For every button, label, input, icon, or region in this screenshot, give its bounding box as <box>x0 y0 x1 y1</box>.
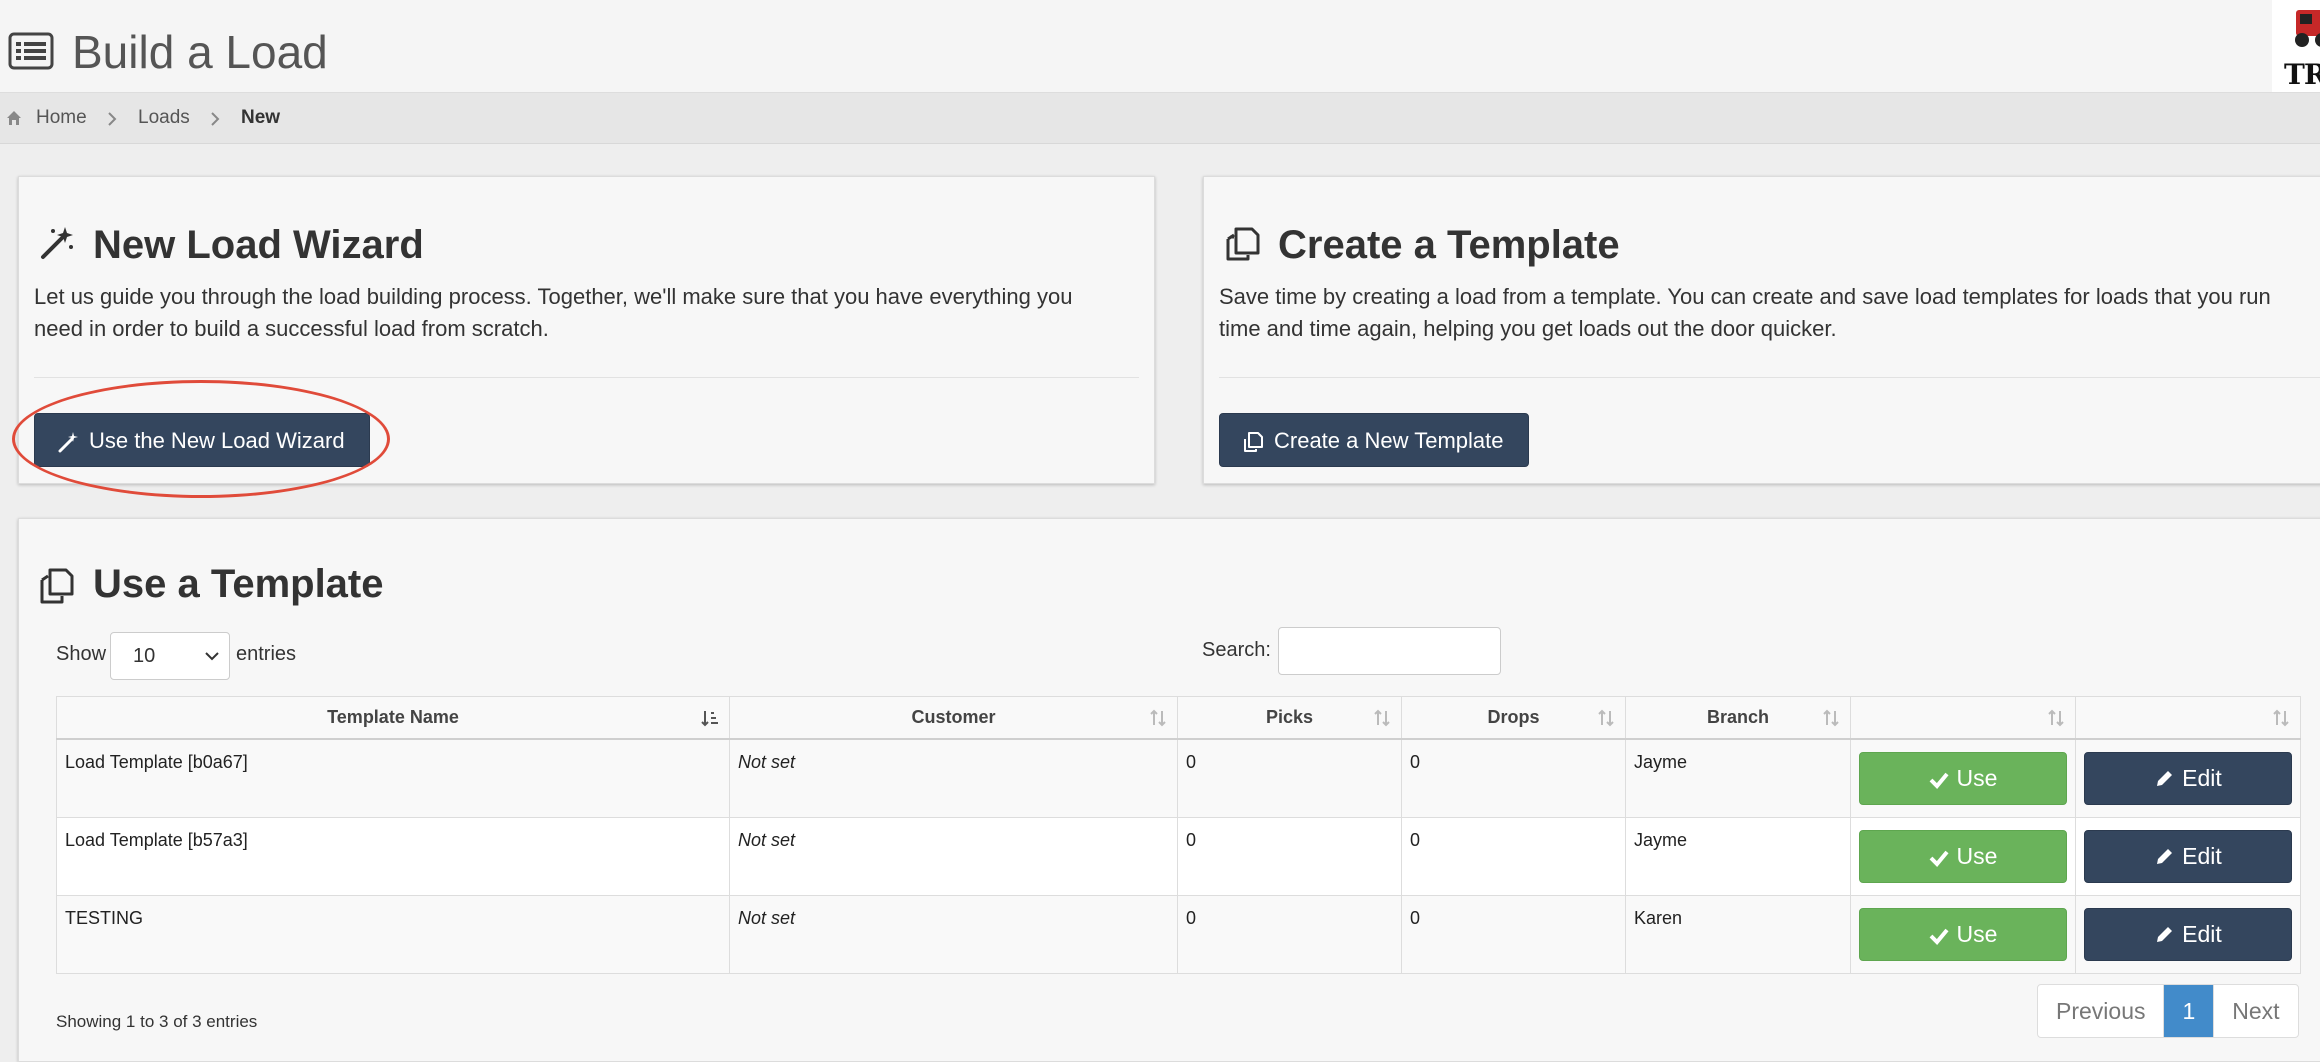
copy-icon <box>1244 432 1263 452</box>
edit-template-button[interactable]: Edit <box>2084 751 2292 805</box>
table-row: Load Template [b0a67] Not set 0 0 Jayme … <box>56 738 2301 818</box>
home-icon <box>7 111 21 125</box>
cell-use: Use <box>1850 816 2076 896</box>
column-header-template-name[interactable]: Template Name <box>56 696 730 740</box>
show-label: Show <box>56 643 107 665</box>
sort-icon <box>2273 709 2289 727</box>
column-header-picks[interactable]: Picks <box>1177 696 1402 740</box>
divider <box>34 377 1139 378</box>
pagination-page[interactable]: 1 <box>2163 985 2215 1037</box>
cell-use: Use <box>1850 738 2076 818</box>
company-logo[interactable]: TR <box>2272 0 2320 92</box>
truck-icon <box>2295 10 2320 47</box>
copy-icon <box>1226 227 1260 261</box>
pencil-icon <box>2157 770 2173 786</box>
cell-edit: Edit <box>2075 894 2301 974</box>
table-info: Showing 1 to 3 of 3 entries <box>56 1012 258 1031</box>
check-icon <box>1929 772 1949 789</box>
cell-branch: Karen <box>1625 894 1851 974</box>
table-row: TESTING Not set 0 0 Karen Use Edit <box>56 894 2301 974</box>
entries-label: entries <box>236 643 297 665</box>
pagination-previous[interactable]: Previous <box>2038 985 2163 1037</box>
cell-picks: 0 <box>1177 894 1402 974</box>
panel-description-line: need in order to build a successful load… <box>34 316 549 341</box>
divider <box>1219 377 2320 378</box>
column-header-customer[interactable]: Customer <box>729 696 1178 740</box>
use-template-button[interactable]: Use <box>1859 751 2067 805</box>
check-icon <box>1929 928 1949 945</box>
page-length-value: 10 <box>133 645 156 667</box>
magic-wand-icon <box>41 227 73 259</box>
cell-customer: Not set <box>729 894 1178 974</box>
panel-description-line: Save time by creating a load from a temp… <box>1219 284 2271 309</box>
pagination: Previous 1 Next <box>2037 984 2299 1038</box>
cell-branch: Jayme <box>1625 738 1851 818</box>
column-header-use[interactable] <box>1850 696 2076 740</box>
page-header: Build a Load TR <box>0 0 2320 92</box>
cell-use: Use <box>1850 894 2076 974</box>
cell-picks: 0 <box>1177 738 1402 818</box>
sort-icon <box>2048 709 2064 727</box>
cell-branch: Jayme <box>1625 816 1851 896</box>
column-header-branch[interactable]: Branch <box>1625 696 1851 740</box>
cell-drops: 0 <box>1401 738 1626 818</box>
cell-edit: Edit <box>2075 816 2301 896</box>
cell-template-name: TESTING <box>56 894 730 974</box>
page-title: Build a Load <box>72 26 328 78</box>
create-template-panel: Create a Template Save time by creating … <box>1203 176 2320 484</box>
panel-description-line: Let us guide you through the load buildi… <box>34 284 1073 309</box>
table-header-row: Template Name Customer Picks Drops Branc… <box>56 696 2301 740</box>
cell-drops: 0 <box>1401 894 1626 974</box>
breadcrumb: Home Loads New <box>0 92 2320 144</box>
breadcrumb-loads[interactable]: Loads <box>138 107 190 129</box>
create-new-template-button[interactable]: Create a New Template <box>1219 413 1529 467</box>
panel-title: Use a Template <box>93 562 384 606</box>
cell-edit: Edit <box>2075 738 2301 818</box>
panel-title: Create a Template <box>1278 223 1620 267</box>
cell-template-name: Load Template [b57a3] <box>56 816 730 896</box>
search-input[interactable] <box>1278 627 1501 675</box>
chevron-right-icon <box>108 112 117 126</box>
breadcrumb-home[interactable]: Home <box>36 107 87 129</box>
pencil-icon <box>2157 848 2173 864</box>
highlight-circle <box>12 380 390 498</box>
table-row: Load Template [b57a3] Not set 0 0 Jayme … <box>56 816 2301 896</box>
chevron-down-icon <box>205 652 219 661</box>
copy-icon <box>40 568 74 604</box>
check-icon <box>1929 850 1949 867</box>
column-header-edit[interactable] <box>2075 696 2301 740</box>
templates-table: Template Name Customer Picks Drops Branc… <box>56 696 2301 974</box>
cell-customer: Not set <box>729 816 1178 896</box>
column-header-drops[interactable]: Drops <box>1401 696 1626 740</box>
sort-icon <box>1374 709 1390 727</box>
edit-template-button[interactable]: Edit <box>2084 907 2292 961</box>
cell-customer: Not set <box>729 738 1178 818</box>
panel-title: New Load Wizard <box>93 223 424 267</box>
chevron-right-icon <box>211 112 220 126</box>
breadcrumb-current: New <box>241 107 281 128</box>
sort-icon <box>1823 709 1839 727</box>
pencil-icon <box>2157 926 2173 942</box>
use-template-button[interactable]: Use <box>1859 907 2067 961</box>
list-icon <box>8 32 54 70</box>
cell-drops: 0 <box>1401 816 1626 896</box>
search-label: Search: <box>1202 639 1271 661</box>
sort-ascending-icon <box>701 711 718 727</box>
page-length-select[interactable]: 10 <box>110 632 230 680</box>
cell-template-name: Load Template [b0a67] <box>56 738 730 818</box>
sort-icon <box>1150 709 1166 727</box>
use-template-button[interactable]: Use <box>1859 829 2067 883</box>
panel-description-line: time and time again, helping you get loa… <box>1219 316 1837 341</box>
pagination-next[interactable]: Next <box>2214 985 2297 1037</box>
logo-text: TR <box>2284 58 2320 91</box>
cell-picks: 0 <box>1177 816 1402 896</box>
sort-icon <box>1598 709 1614 727</box>
button-label: Create a New Template <box>1274 428 1504 453</box>
edit-template-button[interactable]: Edit <box>2084 829 2292 883</box>
